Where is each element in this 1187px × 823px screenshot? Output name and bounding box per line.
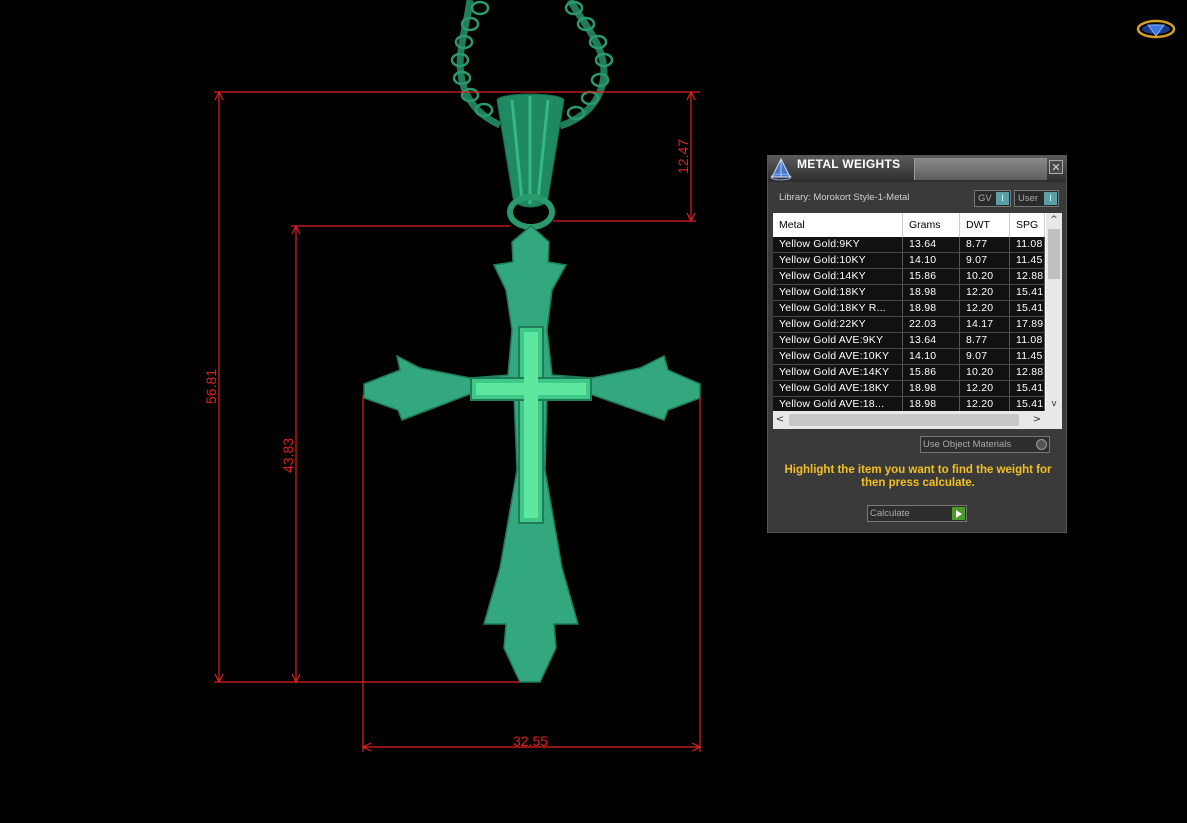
table-row[interactable]: Yellow Gold AVE:14KY 15.86 10.20 12.88 bbox=[773, 365, 1045, 381]
table-row[interactable]: Yellow Gold:9KY 13.64 8.77 11.08 bbox=[773, 237, 1045, 253]
spg-cell: 15.41 bbox=[1010, 285, 1045, 300]
table-header: Metal Grams DWT SPG bbox=[773, 213, 1045, 237]
table-row[interactable]: Yellow Gold AVE:10KY 14.10 9.07 11.45 bbox=[773, 349, 1045, 365]
table-row[interactable]: Yellow Gold:14KY 15.86 10.20 12.88 bbox=[773, 269, 1045, 285]
dimension-lines bbox=[214, 90, 702, 752]
table-row[interactable]: Yellow Gold:18KY 18.98 12.20 15.41 bbox=[773, 285, 1045, 301]
grams-cell: 18.98 bbox=[903, 397, 960, 412]
column-header-metal[interactable]: Metal bbox=[773, 213, 903, 237]
table-row[interactable]: Yellow Gold:18KY R... 18.98 12.20 15.41 bbox=[773, 301, 1045, 317]
metal-cell: Yellow Gold:18KY bbox=[773, 285, 903, 300]
user-library-toggle[interactable]: User I bbox=[1014, 190, 1059, 207]
metal-cell: Yellow Gold AVE:18KY bbox=[773, 381, 903, 396]
close-icon[interactable]: ✕ bbox=[1049, 160, 1063, 174]
scroll-down-icon[interactable]: v bbox=[1046, 397, 1062, 411]
metal-cell: Yellow Gold AVE:10KY bbox=[773, 349, 903, 364]
column-header-spg[interactable]: SPG bbox=[1010, 213, 1045, 237]
grams-cell: 13.64 bbox=[903, 333, 960, 348]
panel-header[interactable]: METAL WEIGHTS ✕ bbox=[768, 156, 1066, 182]
dwt-cell: 8.77 bbox=[960, 333, 1010, 348]
instruction-text: Highlight the item you want to find the … bbox=[784, 464, 1052, 489]
calculate-button[interactable]: Calculate bbox=[867, 505, 967, 522]
metal-cell: Yellow Gold AVE:9KY bbox=[773, 333, 903, 348]
grams-cell: 14.10 bbox=[903, 253, 960, 268]
table-body: Yellow Gold:9KY 13.64 8.77 11.08 Yellow Gold… bbox=[773, 237, 1045, 413]
user-toggle-label: User bbox=[1018, 193, 1039, 204]
horizontal-scrollbar[interactable]: < > bbox=[773, 411, 1062, 429]
column-header-dwt[interactable]: DWT bbox=[960, 213, 1010, 237]
panel-title-bar-tab bbox=[914, 158, 1047, 180]
dim-cross-width-label: 32.55 bbox=[513, 733, 548, 749]
spg-cell: 12.88 bbox=[1010, 365, 1045, 380]
bail bbox=[496, 93, 565, 230]
dwt-cell: 12.20 bbox=[960, 397, 1010, 412]
table-row[interactable]: Yellow Gold AVE:9KY 13.64 8.77 11.08 bbox=[773, 333, 1045, 349]
spg-cell: 15.41 bbox=[1010, 301, 1045, 316]
table-row[interactable]: Yellow Gold:10KY 14.10 9.07 11.45 bbox=[773, 253, 1045, 269]
metal-weights-panel: METAL WEIGHTS ✕ Library: Morokort Style-… bbox=[767, 155, 1067, 533]
grams-cell: 18.98 bbox=[903, 301, 960, 316]
scroll-left-icon[interactable]: < bbox=[773, 411, 787, 429]
metal-cell: Yellow Gold AVE:14KY bbox=[773, 365, 903, 380]
dwt-cell: 12.20 bbox=[960, 381, 1010, 396]
dim-overall-height-label: 56.81 bbox=[203, 369, 219, 404]
library-label: Library: Morokort Style-1-Metal bbox=[779, 192, 910, 203]
dwt-cell: 14.17 bbox=[960, 317, 1010, 332]
grams-cell: 14.10 bbox=[903, 349, 960, 364]
table-row[interactable]: Yellow Gold:22KY 22.03 14.17 17.89 bbox=[773, 317, 1045, 333]
metal-cell: Yellow Gold AVE:18... bbox=[773, 397, 903, 412]
calculate-label: Calculate bbox=[870, 508, 910, 519]
grams-cell: 15.86 bbox=[903, 365, 960, 380]
use-object-materials-radio[interactable] bbox=[1036, 439, 1047, 450]
spg-cell: 11.08 bbox=[1010, 237, 1045, 252]
scroll-right-icon[interactable]: > bbox=[1030, 411, 1044, 429]
grams-cell: 18.98 bbox=[903, 381, 960, 396]
metal-cell: Yellow Gold:18KY R... bbox=[773, 301, 903, 316]
use-object-materials-option[interactable]: Use Object Materials bbox=[920, 436, 1050, 453]
dwt-cell: 8.77 bbox=[960, 237, 1010, 252]
scroll-up-icon[interactable]: ^ bbox=[1046, 213, 1062, 227]
table-row[interactable]: Yellow Gold AVE:18KY 18.98 12.20 15.41 bbox=[773, 381, 1045, 397]
grams-cell: 13.64 bbox=[903, 237, 960, 252]
dim-bail-height-label: 12.47 bbox=[675, 139, 691, 174]
metal-table: Metal Grams DWT SPG Yellow Gold:9KY 13.64… bbox=[773, 213, 1062, 429]
pyramid-icon bbox=[770, 157, 792, 181]
dwt-cell: 9.07 bbox=[960, 349, 1010, 364]
grams-cell: 18.98 bbox=[903, 285, 960, 300]
user-toggle-indicator[interactable]: I bbox=[1044, 192, 1057, 205]
column-header-grams[interactable]: Grams bbox=[903, 213, 960, 237]
spg-cell: 15.41 bbox=[1010, 397, 1045, 412]
dwt-cell: 12.20 bbox=[960, 285, 1010, 300]
spg-cell: 11.45 bbox=[1010, 253, 1045, 268]
dwt-cell: 12.20 bbox=[960, 301, 1010, 316]
metal-cell: Yellow Gold:14KY bbox=[773, 269, 903, 284]
play-arrow-icon[interactable] bbox=[952, 507, 965, 520]
spg-cell: 11.45 bbox=[1010, 349, 1045, 364]
metal-cell: Yellow Gold:22KY bbox=[773, 317, 903, 332]
metal-cell: Yellow Gold:9KY bbox=[773, 237, 903, 252]
use-object-materials-label: Use Object Materials bbox=[923, 439, 1012, 450]
gemvision-logo-icon[interactable] bbox=[1136, 16, 1176, 42]
panel-title: METAL WEIGHTS bbox=[797, 157, 901, 171]
vertical-scrollbar[interactable]: ^ v bbox=[1046, 213, 1062, 411]
spg-cell: 17.89 bbox=[1010, 317, 1045, 332]
spg-cell: 12.88 bbox=[1010, 269, 1045, 284]
dwt-cell: 9.07 bbox=[960, 253, 1010, 268]
grams-cell: 22.03 bbox=[903, 317, 960, 332]
dwt-cell: 10.20 bbox=[960, 269, 1010, 284]
gv-toggle-label: GV bbox=[978, 193, 992, 204]
horizontal-scroll-thumb[interactable] bbox=[789, 414, 1019, 426]
dim-cross-height-label: 43.83 bbox=[280, 438, 296, 473]
gv-library-toggle[interactable]: GV I bbox=[974, 190, 1011, 207]
gv-toggle-indicator[interactable]: I bbox=[996, 192, 1009, 205]
spg-cell: 15.41 bbox=[1010, 381, 1045, 396]
vertical-scroll-thumb[interactable] bbox=[1048, 229, 1060, 279]
metal-cell: Yellow Gold:10KY bbox=[773, 253, 903, 268]
spg-cell: 11.08 bbox=[1010, 333, 1045, 348]
cross-pendant bbox=[363, 225, 701, 683]
dwt-cell: 10.20 bbox=[960, 365, 1010, 380]
grams-cell: 15.86 bbox=[903, 269, 960, 284]
